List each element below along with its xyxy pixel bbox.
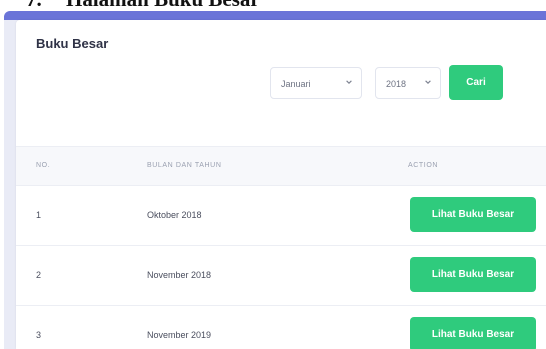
section-title: Halaman Buku Besar [66, 0, 260, 9]
row-number: 2 [36, 270, 42, 280]
view-ledger-button[interactable]: Lihat Buku Besar [410, 317, 536, 349]
month-select[interactable]: Januari [270, 67, 362, 99]
table-row: 3 November 2019 Lihat Buku Besar [16, 306, 546, 349]
row-month-year: November 2018 [147, 270, 212, 280]
column-header-month-year: BULAN DAN TAHUN [147, 162, 222, 169]
ledger-card: Buku Besar Januari 2018 Cari NO. BULAN D… [16, 20, 546, 349]
column-header-action: ACTION [408, 162, 439, 169]
search-button[interactable]: Cari [449, 65, 503, 100]
table-header: NO. BULAN DAN TAHUN ACTION [16, 146, 546, 186]
year-select-value: 2018 [386, 79, 407, 89]
section-number: 7. [26, 0, 42, 9]
row-month-year: Oktober 2018 [147, 210, 202, 220]
chevron-down-icon [346, 80, 352, 84]
table-row: 2 November 2018 Lihat Buku Besar [16, 246, 546, 306]
document-heading: 7. Halaman Buku Besar [0, 0, 546, 9]
month-select-value: Januari [281, 79, 311, 89]
year-select[interactable]: 2018 [375, 67, 441, 99]
view-ledger-button[interactable]: Lihat Buku Besar [410, 257, 536, 292]
page-title: Buku Besar [36, 36, 109, 51]
column-header-no: NO. [36, 162, 51, 169]
chevron-down-icon [425, 80, 431, 84]
header-accent-bar [4, 11, 546, 20]
row-number: 3 [36, 330, 42, 340]
view-ledger-button[interactable]: Lihat Buku Besar [410, 197, 536, 232]
table-row: 1 Oktober 2018 Lihat Buku Besar [16, 186, 546, 246]
row-month-year: November 2019 [147, 330, 212, 340]
row-number: 1 [36, 210, 42, 220]
